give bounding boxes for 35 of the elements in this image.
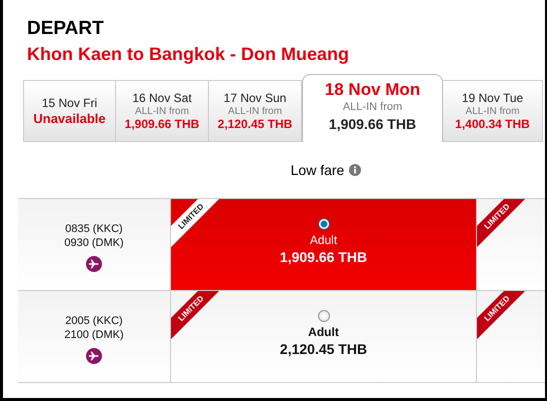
fare-note: ALL-IN from	[466, 106, 520, 116]
date-tab[interactable]: 16 Nov Sat ALL-IN from 1,909.66 THB	[116, 80, 209, 142]
passenger-type: Adult	[308, 324, 339, 340]
fare-price: 2,120.45 THB	[280, 340, 368, 358]
date-tab[interactable]: 15 Nov Fri Unavailable	[23, 80, 116, 142]
departure-time: 0835 (KKC)	[65, 222, 123, 236]
date-tab[interactable]: 19 Nov Tue ALL-IN from 1,400.34 THB	[443, 80, 543, 142]
fare-price: 1,909.66 THB	[124, 116, 200, 132]
date-label: 15 Nov Fri	[42, 96, 98, 110]
departure-time: 2005 (KKC)	[65, 314, 123, 328]
radio-button[interactable]	[318, 310, 330, 322]
fare-note: ALL-IN from	[135, 106, 189, 116]
date-label: 19 Nov Tue	[462, 90, 524, 106]
fare-price: 2,120.45 THB	[218, 116, 292, 132]
arrival-time: 0930 (DMK)	[64, 236, 124, 250]
info-icon[interactable]	[349, 164, 362, 176]
fare-note: ALL-IN from	[228, 106, 282, 116]
passenger-type: Adult	[310, 232, 338, 248]
unavailable-label: Unavailable	[33, 110, 106, 126]
arrival-time: 2100 (DMK)	[64, 328, 124, 342]
radio-button[interactable]	[318, 218, 330, 230]
date-tab[interactable]: 18 Nov Mon ALL-IN from 1,909.66 THB	[302, 74, 443, 142]
fare-price: 1,909.66 THB	[280, 248, 368, 266]
fare-header: Low fare	[290, 162, 344, 178]
date-label: 17 Nov Sun	[224, 90, 286, 106]
date-label: 16 Nov Sat	[132, 90, 192, 106]
fare-price: 1,400.34 THB	[455, 116, 530, 132]
plane-icon[interactable]	[86, 348, 102, 364]
route-title: Khon Kaen to Bangkok - Don Mueang	[27, 43, 349, 66]
date-label: 18 Nov Mon	[324, 80, 420, 100]
plane-icon[interactable]	[86, 256, 102, 272]
fare-price: 1,909.66 THB	[328, 115, 416, 134]
section-title: DEPART	[27, 18, 104, 40]
fare-note: ALL-IN from	[342, 100, 402, 114]
date-tab[interactable]: 17 Nov Sun ALL-IN from 2,120.45 THB	[209, 80, 302, 142]
